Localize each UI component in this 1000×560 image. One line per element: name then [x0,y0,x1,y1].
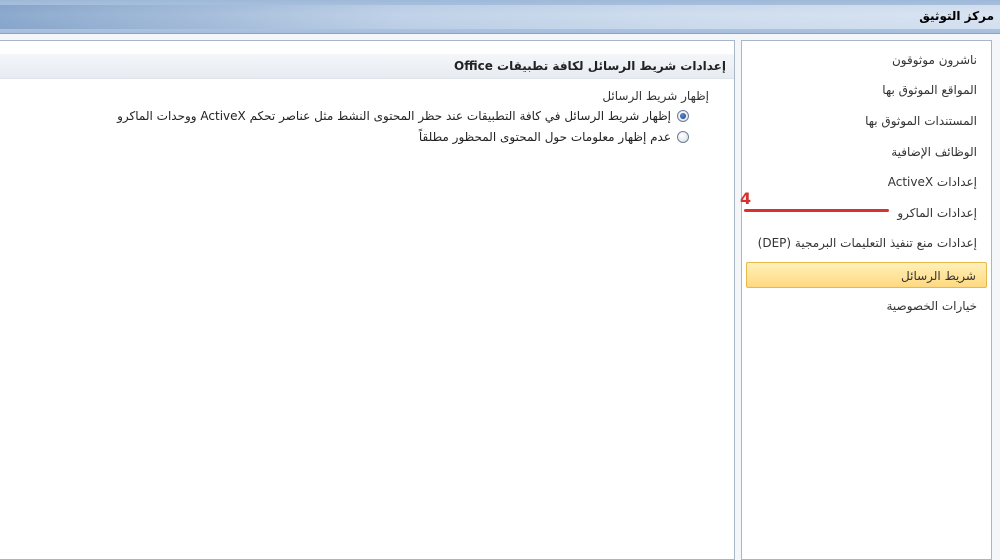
radio-button-unchecked[interactable] [677,131,689,143]
nav-item-privacy-options[interactable]: خيارات الخصوصية [746,293,987,319]
window-title: مركز التوثيق [919,9,994,23]
section-title: إعدادات شريط الرسائل لكافة تطبيقات Offic… [454,59,726,73]
title-bar-gradient [0,5,1000,29]
annotation-underline [744,209,889,212]
title-bar: مركز التوثيق [0,0,1000,34]
nav-item-trusted-locations[interactable]: المواقع الموثوق بها [746,77,987,103]
nav-item-trusted-documents[interactable]: المستندات الموثوق بها [746,108,987,134]
radio-option-never-show[interactable]: عدم إظهار معلومات حول المحتوى المحظور مط… [419,128,689,146]
main-panel: إعدادات شريط الرسائل لكافة تطبيقات Offic… [0,40,735,560]
section-header: إعدادات شريط الرسائل لكافة تطبيقات Offic… [0,54,734,79]
nav-item-trusted-publishers[interactable]: ناشرون موثوقون [746,47,987,73]
nav-item-activex-settings[interactable]: إعدادات ActiveX [746,169,987,195]
radio-button-checked[interactable] [677,110,689,122]
annotation-number: 4 [740,189,752,208]
nav-item-message-bar[interactable]: شريط الرسائل [746,262,987,288]
group-label: إظهار شريط الرسائل [602,89,709,103]
nav-item-add-ins[interactable]: الوظائف الإضافية [746,139,987,165]
radio-option-label: عدم إظهار معلومات حول المحتوى المحظور مط… [418,130,671,144]
nav-panel: ناشرون موثوقون المواقع الموثوق بها المست… [741,40,992,560]
nav-item-dep-settings[interactable]: إعدادات منع تنفيذ التعليمات البرمجية (DE… [746,230,987,256]
radio-option-label: إظهار شريط الرسائل في كافة التطبيقات عند… [117,109,671,123]
nav-item-macro-settings[interactable]: إعدادات الماكرو [746,200,987,226]
radio-option-show-message-bar[interactable]: إظهار شريط الرسائل في كافة التطبيقات عند… [117,107,689,125]
